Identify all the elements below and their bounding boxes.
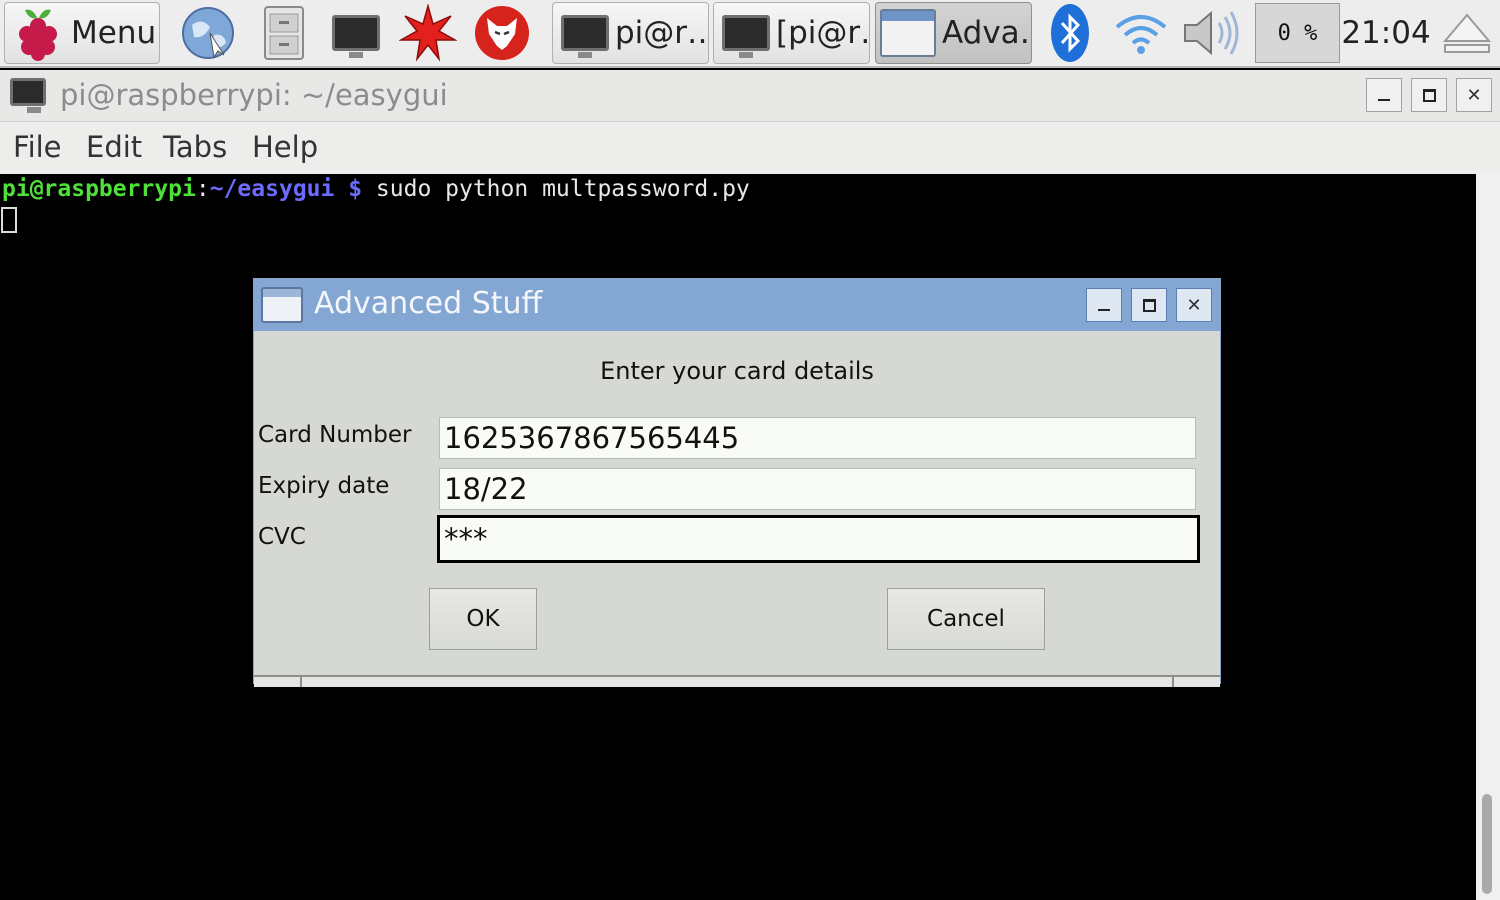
menu-button[interactable]: Menu bbox=[4, 2, 160, 64]
prompt-user: pi@raspberrypi bbox=[2, 176, 196, 202]
terminal-icon bbox=[561, 15, 609, 58]
dialog-minimize-button[interactable] bbox=[1086, 288, 1122, 322]
dialog-message: Enter your card details bbox=[600, 357, 874, 385]
mathematica-icon bbox=[399, 4, 457, 62]
file-cabinet-icon bbox=[264, 6, 304, 60]
eject-tray[interactable] bbox=[1438, 0, 1496, 66]
terminal-restore-button[interactable] bbox=[1411, 78, 1447, 112]
taskbar-task-terminal-2[interactable]: [pi@r… bbox=[713, 2, 870, 64]
dialog-maximize-button[interactable] bbox=[1131, 288, 1167, 322]
clock-time: 21:04 bbox=[1341, 15, 1431, 51]
wifi-icon bbox=[1115, 15, 1167, 54]
minimize-icon bbox=[1098, 309, 1110, 311]
dialog-close-button[interactable]: ✕ bbox=[1176, 288, 1212, 322]
clock[interactable]: 21:04 bbox=[1341, 0, 1430, 66]
prompt-separator: : bbox=[195, 176, 210, 202]
wolfram-launcher[interactable] bbox=[470, 0, 534, 66]
expiry-date-label: Expiry date bbox=[258, 473, 390, 499]
globe-icon bbox=[182, 7, 234, 59]
taskbar: Menu pi@r… [pi@r… Adva… 0 % 21:04 bbox=[0, 0, 1500, 68]
dialog-bottom-frame bbox=[254, 675, 1220, 687]
close-icon: ✕ bbox=[1186, 294, 1202, 316]
menu-help[interactable]: Help bbox=[252, 130, 318, 164]
web-browser-launcher[interactable] bbox=[176, 0, 240, 66]
task-label: Adva… bbox=[942, 15, 1031, 51]
terminal-window-icon bbox=[10, 78, 46, 113]
file-manager-launcher[interactable] bbox=[252, 0, 316, 66]
minimize-icon bbox=[1378, 99, 1390, 101]
wolfram-icon bbox=[475, 6, 529, 60]
terminal-minimize-button[interactable] bbox=[1366, 78, 1402, 112]
wifi-tray[interactable] bbox=[1110, 0, 1172, 66]
terminal-command-line: pi@raspberrypi:~/easygui $ sudo python m… bbox=[2, 176, 750, 202]
volume-tray[interactable] bbox=[1180, 0, 1246, 66]
advanced-stuff-dialog: Advanced Stuff ✕ Enter your card details… bbox=[253, 278, 1221, 687]
cvc-label: CVC bbox=[258, 524, 306, 550]
eject-icon bbox=[1443, 13, 1491, 53]
window-icon bbox=[261, 287, 303, 323]
terminal-titlebar[interactable]: pi@raspberrypi: ~/easygui ✕ bbox=[0, 70, 1500, 122]
card-number-label: Card Number bbox=[258, 422, 412, 448]
terminal-scrollbar[interactable] bbox=[1476, 174, 1500, 900]
taskbar-task-advanced-stuff[interactable]: Adva… bbox=[875, 2, 1032, 64]
expiry-date-input[interactable] bbox=[439, 468, 1196, 510]
cpu-monitor[interactable]: 0 % bbox=[1255, 3, 1340, 63]
card-number-input[interactable] bbox=[439, 417, 1196, 459]
terminal-command: sudo python multpassword.py bbox=[362, 176, 750, 202]
close-icon: ✕ bbox=[1466, 84, 1482, 106]
cancel-button[interactable]: Cancel bbox=[887, 588, 1045, 650]
restore-icon bbox=[1422, 88, 1436, 102]
terminal-launcher[interactable] bbox=[324, 0, 388, 66]
dialog-titlebar[interactable]: Advanced Stuff ✕ bbox=[254, 279, 1220, 331]
terminal-title: pi@raspberrypi: ~/easygui bbox=[60, 78, 448, 112]
prompt-path: ~/easygui bbox=[209, 176, 335, 202]
prompt-symbol: $ bbox=[334, 176, 363, 202]
menu-edit[interactable]: Edit bbox=[86, 130, 142, 164]
maximize-icon bbox=[1142, 298, 1156, 312]
dialog-title: Advanced Stuff bbox=[314, 286, 543, 321]
raspberry-pi-icon bbox=[19, 9, 57, 61]
cvc-input[interactable] bbox=[437, 515, 1200, 563]
task-label: [pi@r… bbox=[776, 15, 869, 51]
menu-label: Menu bbox=[71, 15, 157, 51]
bluetooth-tray[interactable] bbox=[1042, 0, 1098, 66]
terminal-cursor bbox=[1, 207, 17, 233]
taskbar-task-terminal-1[interactable]: pi@r… bbox=[552, 2, 709, 64]
terminal-close-button[interactable]: ✕ bbox=[1456, 78, 1492, 112]
speaker-icon bbox=[1184, 10, 1239, 56]
menu-file[interactable]: File bbox=[13, 130, 62, 164]
ok-button[interactable]: OK bbox=[429, 588, 537, 650]
menu-tabs[interactable]: Tabs bbox=[163, 130, 227, 164]
task-label: pi@r… bbox=[615, 15, 709, 51]
terminal-icon bbox=[332, 15, 380, 58]
bluetooth-icon bbox=[1051, 4, 1089, 62]
window-icon bbox=[880, 9, 936, 57]
cpu-usage: 0 % bbox=[1277, 20, 1318, 46]
mathematica-launcher[interactable] bbox=[396, 0, 460, 66]
terminal-icon bbox=[722, 15, 770, 58]
terminal-menubar: File Edit Tabs Help bbox=[0, 122, 1500, 174]
scrollbar-thumb[interactable] bbox=[1482, 794, 1492, 894]
